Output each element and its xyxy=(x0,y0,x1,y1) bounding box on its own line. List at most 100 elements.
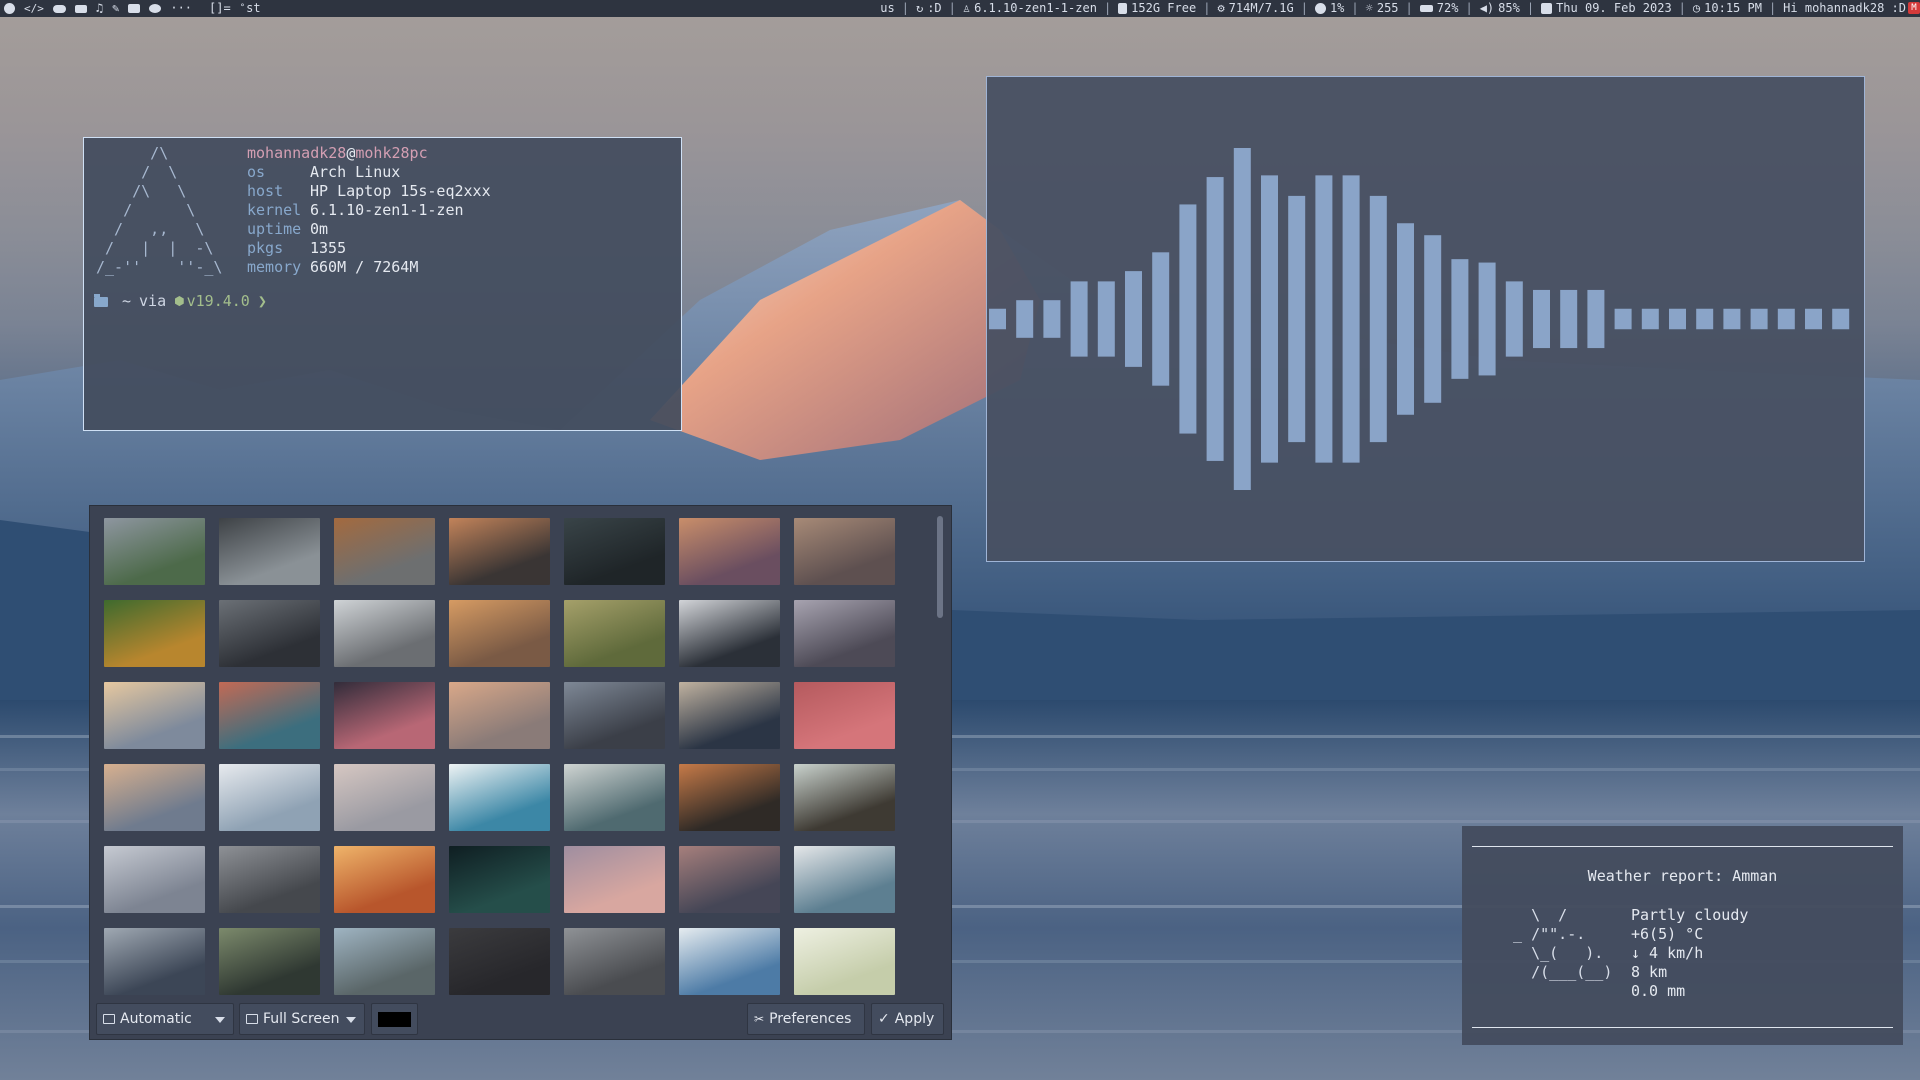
greeting: Hi mohannadk28 :D xyxy=(1783,1,1906,15)
preferences-button[interactable]: ✂ Preferences xyxy=(747,1003,865,1035)
prompt-path: ~ xyxy=(122,292,132,310)
wallpaper-thumbnail[interactable] xyxy=(564,600,665,667)
brightness-status: ☼ 255 xyxy=(1365,1,1399,15)
visualizer-bar xyxy=(1261,175,1278,463)
chat-icon[interactable] xyxy=(149,4,162,13)
wallpaper-thumbnail[interactable] xyxy=(219,682,320,749)
wallpaper-thumbnail[interactable] xyxy=(334,518,435,585)
color-swatch xyxy=(378,1012,411,1027)
globe-icon[interactable] xyxy=(4,3,15,14)
terminal-window[interactable]: /\ / \ /\ \ / \ / ,, \ / | | -\ /_-'' ''… xyxy=(83,137,682,431)
wallpaper-thumbnail[interactable] xyxy=(679,600,780,667)
wallpaper-thumbnail[interactable] xyxy=(564,764,665,831)
background-color-button[interactable] xyxy=(371,1003,418,1035)
monitor-icon xyxy=(246,1014,258,1024)
wallpaper-picker-window[interactable]: Automatic Full Screen ✂ Preferences ✓ Ap… xyxy=(89,505,952,1040)
wallpaper-thumbnail[interactable] xyxy=(794,928,895,995)
wallpaper-thumbnail[interactable] xyxy=(449,846,550,913)
wallpaper-thumbnail[interactable] xyxy=(219,600,320,667)
wallpaper-thumbnail[interactable] xyxy=(334,764,435,831)
wallpaper-thumbnail[interactable] xyxy=(334,682,435,749)
notification-badge[interactable]: M xyxy=(1908,2,1920,14)
battery-icon xyxy=(1419,5,1433,12)
wallpaper-thumbnail[interactable] xyxy=(449,928,550,995)
chevron-down-icon xyxy=(215,1017,225,1023)
wallpaper-thumbnail[interactable] xyxy=(449,682,550,749)
weather-condition: Partly cloudy xyxy=(1631,906,1749,924)
wallpaper-thumbnail[interactable] xyxy=(679,682,780,749)
wallpaper-thumbnail[interactable] xyxy=(794,600,895,667)
tools-icon: ✂ xyxy=(754,1012,765,1026)
visualizer-bar xyxy=(1669,308,1686,330)
wallpaper-thumbnail[interactable] xyxy=(449,764,550,831)
weather-title: Weather report: Amman xyxy=(1587,867,1778,885)
visualizer-bar xyxy=(1179,204,1197,434)
visualizer-bar xyxy=(1478,262,1496,376)
wallpaper-thumbnail[interactable] xyxy=(219,846,320,913)
username: mohannadk28 xyxy=(247,144,347,162)
video-icon[interactable] xyxy=(74,4,87,13)
code-icon[interactable]: </> xyxy=(24,0,44,17)
visualizer-bar xyxy=(1070,281,1088,357)
visualizer-bar xyxy=(1397,223,1414,415)
wallpaper-thumbnail[interactable] xyxy=(334,600,435,667)
layout-symbol[interactable]: []= xyxy=(209,0,231,17)
info-row-host: host HP Laptop 15s-eq2xxx xyxy=(247,182,491,200)
brush-icon[interactable]: ✎ xyxy=(112,0,119,17)
display-dropdown[interactable]: Full Screen xyxy=(239,1003,365,1035)
wallpaper-thumbnail[interactable] xyxy=(104,518,205,585)
keyboard-layout: us xyxy=(880,1,895,15)
kernel-status: ♙ 6.1.10-zen1-1-zen xyxy=(962,1,1097,15)
wallpaper-thumbnail[interactable] xyxy=(679,764,780,831)
cpu-icon xyxy=(1314,3,1326,14)
wallpaper-thumbnail[interactable] xyxy=(679,518,780,585)
visualizer-bar xyxy=(1369,195,1387,443)
wallpaper-thumbnail[interactable] xyxy=(564,928,665,995)
visualizer-bar xyxy=(1614,308,1632,330)
wallpaper-grid[interactable] xyxy=(104,518,904,998)
audio-visualizer-window[interactable] xyxy=(986,76,1865,562)
wallpaper-thumbnail[interactable] xyxy=(219,928,320,995)
shell-prompt[interactable]: ~ via ⬢ v19.4.0 ❯ xyxy=(94,292,267,311)
wallpaper-thumbnail[interactable] xyxy=(449,600,550,667)
chevron-down-icon xyxy=(346,1017,356,1023)
at-sign: @ xyxy=(346,144,356,162)
music-icon[interactable]: ♫ xyxy=(96,0,103,17)
wallpaper-thumbnail[interactable] xyxy=(564,682,665,749)
visualizer-bar xyxy=(1125,271,1142,367)
scrollbar-thumb[interactable] xyxy=(937,516,943,618)
wallpaper-thumbnail[interactable] xyxy=(679,846,780,913)
wallpaper-thumbnail[interactable] xyxy=(334,846,435,913)
wallpaper-thumbnail[interactable] xyxy=(219,518,320,585)
wallpaper-thumbnail[interactable] xyxy=(564,846,665,913)
wallpaper-thumbnail[interactable] xyxy=(794,764,895,831)
wallpaper-thumbnail[interactable] xyxy=(679,928,780,995)
visualizer-bar xyxy=(1723,308,1741,330)
wallpaper-thumbnail[interactable] xyxy=(104,928,205,995)
wallpaper-thumbnail[interactable] xyxy=(564,518,665,585)
user-host-line: mohannadk28 @ mohk28pc xyxy=(247,144,491,163)
clock-icon: ◷ xyxy=(1692,1,1701,15)
wallpaper-thumbnail[interactable] xyxy=(794,518,895,585)
wallpaper-thumbnail[interactable] xyxy=(794,846,895,913)
wallpaper-thumbnail[interactable] xyxy=(449,518,550,585)
cpu-status: 1% xyxy=(1314,0,1344,17)
wallpaper-thumbnail[interactable] xyxy=(104,600,205,667)
node-version: v19.4.0 xyxy=(186,292,250,310)
gamepad-icon[interactable] xyxy=(52,4,66,13)
wallpaper-thumbnail[interactable] xyxy=(104,846,205,913)
wallpaper-thumbnail[interactable] xyxy=(334,928,435,995)
scaling-mode-dropdown[interactable]: Automatic xyxy=(96,1003,234,1035)
apply-button[interactable]: ✓ Apply xyxy=(871,1003,944,1035)
info-row-uptime: uptime 0m xyxy=(247,220,329,238)
date-status: Thu 09. Feb 2023 xyxy=(1541,0,1672,17)
wallpaper-thumbnail[interactable] xyxy=(794,682,895,749)
visualizer-bar xyxy=(1152,252,1170,386)
more-icon[interactable]: ··· xyxy=(170,0,192,17)
visualizer-bar xyxy=(1342,175,1360,463)
folder-icon[interactable] xyxy=(128,4,141,13)
wallpaper-thumbnail[interactable] xyxy=(219,764,320,831)
wallpaper-thumbnail[interactable] xyxy=(104,764,205,831)
tag-bar: </> ♫ ✎ ··· []= ° st xyxy=(4,0,261,17)
wallpaper-thumbnail[interactable] xyxy=(104,682,205,749)
